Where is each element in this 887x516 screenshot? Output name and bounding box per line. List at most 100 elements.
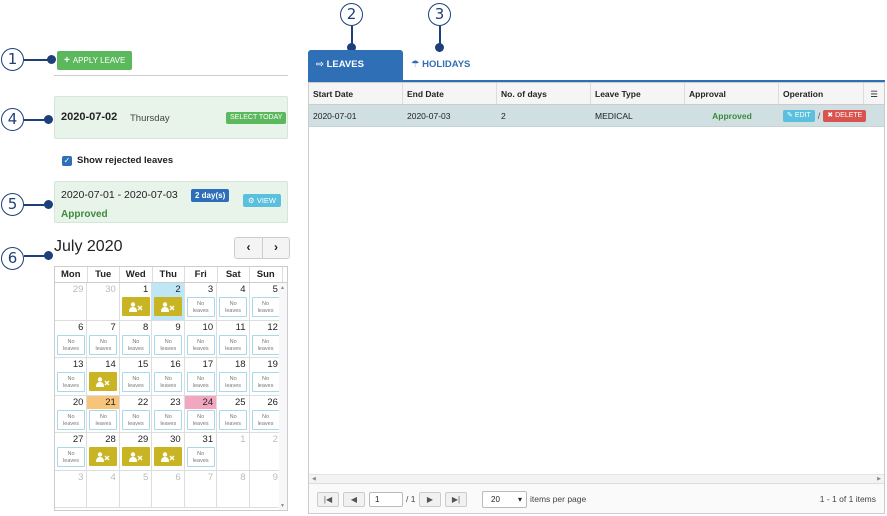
calendar-day[interactable]: 8 No leaves xyxy=(120,320,153,357)
calendar-prev-button[interactable]: ‹ xyxy=(235,238,262,258)
scroll-down-icon[interactable]: ▼ xyxy=(280,503,285,509)
view-button[interactable]: ⚙ VIEW xyxy=(243,194,281,207)
calendar-day[interactable]: 1 xyxy=(120,283,153,320)
calendar-day[interactable]: 2 xyxy=(250,433,282,470)
day-number: 14 xyxy=(105,359,116,370)
items-per-page-label: items per page xyxy=(530,494,587,504)
calendar-day[interactable]: 15 No leaves xyxy=(120,358,153,395)
user-leave-icon[interactable] xyxy=(89,447,118,466)
calendar-day[interactable]: 22 No leaves xyxy=(120,395,153,432)
user-leave-icon[interactable] xyxy=(121,297,150,316)
next-page-button[interactable]: ▶ xyxy=(419,492,441,507)
select-today-button[interactable]: SELECT TODAY xyxy=(226,112,287,124)
calendar-day[interactable]: 9 xyxy=(250,470,282,507)
calendar-day[interactable]: 3 xyxy=(55,470,88,507)
calendar-day[interactable]: 6 No leaves xyxy=(55,320,88,357)
user-leave-icon[interactable] xyxy=(154,447,183,466)
delete-button[interactable]: ✖ DELETE xyxy=(823,109,867,122)
calendar-day[interactable]: 30 xyxy=(87,283,120,320)
grid-horizontal-scrollbar[interactable]: ◀ ▶ xyxy=(309,474,884,483)
user-leave-icon[interactable] xyxy=(121,447,150,466)
col-start-date[interactable]: Start Date xyxy=(309,83,403,104)
day-number: 31 xyxy=(202,434,214,445)
col-leave-type[interactable]: Leave Type xyxy=(591,83,685,104)
scroll-left-icon[interactable]: ◀ xyxy=(312,476,316,482)
table-row[interactable]: 2020-07-01 2020-07-03 2 MEDICAL Approved… xyxy=(309,105,884,127)
plus-icon: + xyxy=(64,55,70,66)
weekday-tue: Tue xyxy=(88,267,120,282)
callout-5-dot xyxy=(44,200,53,209)
tab-leaves[interactable]: ⇨ LEAVES xyxy=(308,50,403,80)
calendar-day[interactable]: 4 No leaves xyxy=(217,283,250,320)
day-number: 12 xyxy=(267,321,278,333)
calendar-day[interactable]: 5 xyxy=(120,470,153,507)
calendar-day[interactable]: 31 No leaves xyxy=(185,433,218,470)
scroll-right-icon[interactable]: ▶ xyxy=(877,476,881,482)
callout-5: 5 xyxy=(1,193,24,216)
col-end-date[interactable]: End Date xyxy=(403,83,497,104)
calendar-day[interactable]: 2 xyxy=(152,283,185,320)
calendar-day[interactable]: 28 xyxy=(87,433,120,470)
scroll-up-icon[interactable]: ▲ xyxy=(280,285,285,291)
page-size-select[interactable]: 20 ▾ xyxy=(482,491,527,508)
calendar-day[interactable]: 23 No leaves xyxy=(152,395,185,432)
cell-end-date: 2020-07-03 xyxy=(407,111,451,121)
calendar-day[interactable]: 21 No leaves xyxy=(87,395,120,432)
apply-leave-button[interactable]: + APPLY LEAVE xyxy=(57,51,133,70)
col-days[interactable]: No. of days xyxy=(497,83,591,104)
calendar-day[interactable]: 5 No leaves xyxy=(250,283,282,320)
calendar-day[interactable]: 19 No leaves xyxy=(250,358,282,395)
first-page-button[interactable]: |◀ xyxy=(317,492,339,507)
column-menu-icon[interactable]: ☰ xyxy=(864,83,884,104)
user-leave-icon[interactable] xyxy=(89,372,118,391)
user-leave-icon[interactable] xyxy=(154,297,183,316)
page-input[interactable]: 1 xyxy=(369,492,403,507)
calendar: Mon Tue Wed Thu Fri Sat Sun 29 30 1 2 3 No lea… xyxy=(54,266,288,511)
days-badge: 2 day(s) xyxy=(191,189,230,202)
calendar-day[interactable]: 3 No leaves xyxy=(185,283,218,320)
close-icon: ✖ xyxy=(827,111,836,119)
calendar-next-button[interactable]: › xyxy=(262,238,289,258)
show-rejected-label: Show rejected leaves xyxy=(77,155,174,166)
calendar-day[interactable]: 29 xyxy=(55,283,88,320)
day-number: 22 xyxy=(137,396,149,408)
col-operation[interactable]: Operation xyxy=(779,83,864,104)
umbrella-icon: ☂ xyxy=(411,59,423,70)
calendar-day[interactable]: 1 xyxy=(217,433,250,470)
no-leaves-box: No leaves xyxy=(219,372,248,392)
day-number: 19 xyxy=(267,359,278,370)
calendar-day[interactable]: 9 No leaves xyxy=(152,320,185,357)
calendar-day[interactable]: 30 xyxy=(152,433,185,470)
day-number: 29 xyxy=(72,284,84,295)
calendar-day[interactable]: 12 No leaves xyxy=(250,320,282,357)
prev-page-button[interactable]: ◀ xyxy=(343,492,365,507)
calendar-day[interactable]: 25 No leaves xyxy=(217,395,250,432)
calendar-day[interactable]: 26 No leaves xyxy=(250,395,282,432)
calendar-day[interactable]: 6 xyxy=(152,470,185,507)
last-page-button[interactable]: ▶| xyxy=(445,492,467,507)
calendar-day[interactable]: 18 No leaves xyxy=(217,358,250,395)
calendar-day[interactable]: 27 No leaves xyxy=(55,433,88,470)
calendar-day[interactable]: 10 No leaves xyxy=(185,320,218,357)
calendar-day[interactable]: 13 No leaves xyxy=(55,358,88,395)
calendar-day[interactable]: 29 xyxy=(120,433,153,470)
calendar-day[interactable]: 20 No leaves xyxy=(55,395,88,432)
calendar-day[interactable]: 24 No leaves xyxy=(184,395,218,432)
cell-approval: Approved xyxy=(712,111,752,121)
edit-button[interactable]: ✎ EDIT xyxy=(783,109,815,122)
calendar-scrollbar[interactable]: ▲ ▼ xyxy=(279,283,287,510)
no-leaves-box: No leaves xyxy=(186,297,215,317)
calendar-day[interactable]: 7 xyxy=(185,470,218,507)
calendar-day[interactable]: 14 xyxy=(87,358,120,395)
no-leaves-box: No leaves xyxy=(121,334,150,355)
calendar-day[interactable]: 17 No leaves xyxy=(185,358,218,395)
tab-holidays[interactable]: ☂ HOLIDAYS xyxy=(411,50,470,80)
calendar-week: 29 30 1 2 3 No leaves 4 No leaves 5 No leaves xyxy=(55,283,282,321)
show-rejected-checkbox[interactable]: ✓ xyxy=(62,155,72,166)
calendar-day[interactable]: 7 No leaves xyxy=(87,320,120,357)
calendar-day[interactable]: 16 No leaves xyxy=(152,358,185,395)
calendar-day[interactable]: 8 xyxy=(217,470,250,507)
col-approval[interactable]: Approval xyxy=(685,83,779,104)
calendar-day[interactable]: 4 xyxy=(87,470,120,507)
calendar-day[interactable]: 11 No leaves xyxy=(217,320,250,357)
